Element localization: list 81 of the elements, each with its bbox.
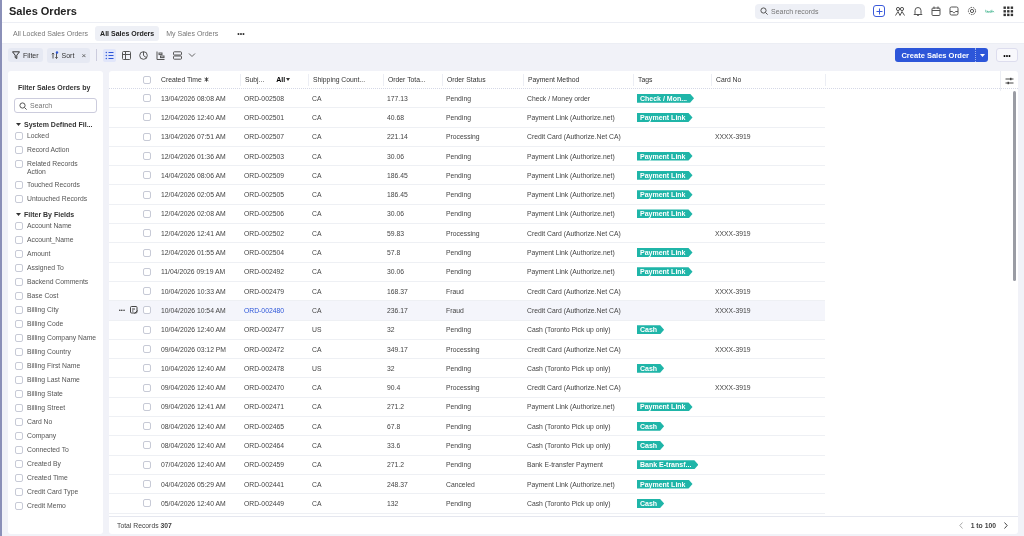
checkbox[interactable] bbox=[15, 460, 23, 468]
checkbox[interactable] bbox=[15, 474, 23, 482]
checkbox[interactable] bbox=[15, 146, 23, 154]
view-mode-button[interactable] bbox=[103, 48, 117, 62]
checkbox[interactable] bbox=[15, 306, 23, 314]
row-checkbox[interactable] bbox=[143, 190, 151, 199]
inbox-icon[interactable] bbox=[949, 6, 959, 16]
checkbox[interactable] bbox=[15, 362, 23, 370]
row-checkbox[interactable] bbox=[143, 422, 151, 431]
checkbox[interactable] bbox=[15, 390, 23, 398]
row-checkbox[interactable] bbox=[143, 209, 151, 218]
checkbox[interactable] bbox=[15, 348, 23, 356]
caret-down-icon bbox=[979, 53, 985, 57]
checkbox[interactable] bbox=[15, 222, 23, 230]
checkbox[interactable] bbox=[15, 195, 23, 203]
chevron-down-icon[interactable] bbox=[188, 52, 197, 58]
timeline-view-icon bbox=[156, 50, 166, 60]
checkbox[interactable] bbox=[15, 418, 23, 426]
row-checkbox[interactable] bbox=[143, 441, 151, 450]
checkbox[interactable] bbox=[15, 292, 23, 300]
page-title: Sales Orders bbox=[9, 5, 77, 17]
row-checkbox[interactable] bbox=[143, 499, 151, 508]
checkbox[interactable] bbox=[15, 250, 23, 258]
row-checkbox[interactable] bbox=[143, 460, 151, 469]
row-checkbox[interactable] bbox=[143, 267, 151, 276]
row-checkbox[interactable] bbox=[143, 248, 151, 257]
add-button[interactable] bbox=[873, 5, 885, 17]
row-checkbox[interactable] bbox=[143, 229, 151, 238]
row-checkbox[interactable] bbox=[143, 306, 151, 315]
checkbox[interactable] bbox=[15, 376, 23, 384]
checkbox[interactable] bbox=[15, 404, 23, 412]
row-checkbox[interactable] bbox=[143, 383, 151, 392]
checkbox[interactable] bbox=[15, 278, 23, 286]
chevron-left-icon bbox=[958, 522, 963, 529]
next-page-button[interactable] bbox=[1004, 522, 1008, 529]
sliders-icon bbox=[1005, 77, 1014, 85]
clear-sort-button[interactable]: × bbox=[81, 50, 87, 60]
checkbox[interactable] bbox=[15, 264, 23, 272]
select-all-checkbox[interactable] bbox=[143, 75, 151, 84]
edit-icon[interactable] bbox=[130, 306, 138, 315]
checkbox[interactable] bbox=[15, 334, 23, 342]
view-mode-button[interactable] bbox=[120, 48, 134, 62]
caret-down-icon bbox=[286, 78, 291, 81]
list-view-icon bbox=[105, 50, 115, 60]
checkbox[interactable] bbox=[15, 432, 23, 440]
settings-icon[interactable] bbox=[967, 6, 977, 16]
checkbox[interactable] bbox=[15, 320, 23, 328]
row-checkbox[interactable] bbox=[143, 171, 151, 180]
calendar-icon[interactable] bbox=[931, 6, 941, 16]
plus-icon bbox=[875, 7, 883, 15]
apps-grid-icon[interactable] bbox=[1003, 5, 1014, 17]
search-icon bbox=[19, 101, 27, 110]
row-checkbox[interactable] bbox=[143, 152, 151, 161]
checkbox[interactable] bbox=[15, 236, 23, 244]
pie-chart-icon bbox=[139, 50, 149, 60]
previous-page-button[interactable] bbox=[958, 522, 963, 529]
row-checkbox[interactable] bbox=[143, 287, 151, 296]
view-mode-button[interactable] bbox=[137, 48, 151, 62]
sort-icon bbox=[50, 51, 59, 59]
table-view-icon bbox=[122, 50, 132, 60]
checkbox[interactable] bbox=[15, 502, 23, 510]
bell-icon[interactable] bbox=[913, 6, 923, 16]
kanban-view-icon bbox=[173, 50, 183, 60]
chevron-right-icon bbox=[1004, 522, 1008, 529]
checkbox[interactable] bbox=[15, 446, 23, 454]
row-checkbox[interactable] bbox=[143, 345, 151, 353]
row-checkbox[interactable] bbox=[143, 132, 151, 141]
view-mode-button[interactable] bbox=[171, 48, 185, 62]
checkbox[interactable] bbox=[15, 181, 23, 189]
row-checkbox[interactable] bbox=[143, 402, 151, 411]
filter-icon bbox=[12, 51, 20, 59]
checkbox[interactable] bbox=[15, 132, 23, 140]
row-checkbox[interactable] bbox=[143, 364, 151, 373]
row-checkbox[interactable] bbox=[143, 480, 151, 489]
checkbox[interactable] bbox=[15, 160, 23, 168]
row-checkbox[interactable] bbox=[143, 325, 151, 334]
checkbox[interactable] bbox=[15, 488, 23, 496]
scrollbar[interactable] bbox=[1013, 91, 1016, 281]
row-checkbox[interactable] bbox=[143, 94, 151, 103]
row-checkbox[interactable] bbox=[143, 113, 151, 122]
people-icon[interactable] bbox=[895, 6, 905, 16]
